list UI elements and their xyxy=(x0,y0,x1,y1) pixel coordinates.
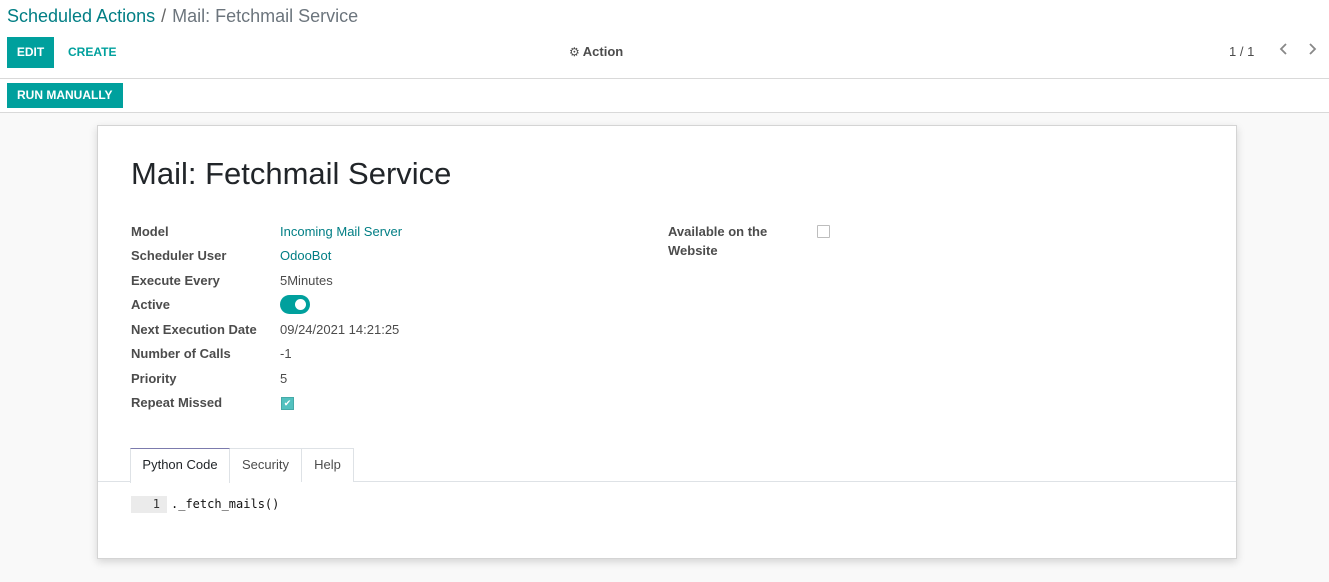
run-manually-button[interactable]: RUN MANUALLY xyxy=(7,83,123,108)
field-value-priority: 5 xyxy=(280,371,288,386)
tab-python-code[interactable]: Python Code xyxy=(130,448,230,483)
field-label-number-of-calls: Number of Calls xyxy=(131,346,231,361)
field-label-repeat-missed: Repeat Missed xyxy=(131,395,223,410)
field-label-model: Model xyxy=(131,224,169,239)
breadcrumb: Scheduled Actions / Mail: Fetchmail Servic… xyxy=(7,5,358,27)
chevron-left-icon xyxy=(1279,43,1287,55)
field-value-execute-every: 5Minutes xyxy=(280,273,333,288)
repeat-missed-checkbox[interactable]: ✔ xyxy=(281,397,294,410)
chevron-right-icon xyxy=(1309,43,1317,55)
statusbar: RUN MANUALLY xyxy=(0,79,1329,113)
pager-next-button[interactable] xyxy=(1304,42,1320,62)
field-label-next-execution-date: Next Execution Date xyxy=(131,322,257,337)
tab-security[interactable]: Security xyxy=(230,448,302,482)
field-value-scheduler-user-link[interactable]: OdooBot xyxy=(280,246,331,266)
breadcrumb-current: Mail: Fetchmail Service xyxy=(172,6,359,26)
field-value-model-link[interactable]: Incoming Mail Server xyxy=(280,222,402,242)
code-line[interactable]: ._fetch_mails() xyxy=(171,496,279,513)
field-label-priority: Priority xyxy=(131,371,177,386)
field-label-active: Active xyxy=(131,297,171,312)
field-label-execute-every: Execute Every xyxy=(131,273,220,288)
control-panel: Scheduled Actions / Mail: Fetchmail Servic… xyxy=(0,0,1329,79)
checkmark-icon: ✔ xyxy=(283,398,292,408)
available-on-website-checkbox[interactable] xyxy=(817,225,830,238)
action-menu-label: Action xyxy=(582,44,624,59)
tab-help[interactable]: Help xyxy=(302,448,354,482)
pager-previous-button[interactable] xyxy=(1276,42,1292,62)
code-line-number: 1 xyxy=(131,496,167,513)
action-menu-button[interactable]: ⚙ Action xyxy=(569,44,624,60)
field-value-next-execution-date: 09/24/2021 14:21:25 xyxy=(280,322,400,337)
active-toggle[interactable] xyxy=(280,295,310,314)
breadcrumb-scheduled-actions-link[interactable]: Scheduled Actions xyxy=(7,6,155,26)
notebook-tabs: Python Code Security Help xyxy=(98,448,1236,483)
breadcrumb-separator: / xyxy=(161,6,167,26)
field-value-number-of-calls: -1 xyxy=(280,346,292,361)
create-button[interactable]: CREATE xyxy=(68,45,116,59)
field-label-available-on-website: Available on the Website xyxy=(668,224,768,258)
gear-icon: ⚙ xyxy=(569,45,580,59)
form-sheet: Mail: Fetchmail Service Model Incoming M… xyxy=(97,125,1237,559)
toggle-knob xyxy=(295,299,306,310)
record-title: Mail: Fetchmail Service xyxy=(131,156,452,191)
edit-button[interactable]: EDIT xyxy=(7,37,54,68)
field-label-scheduler-user: Scheduler User xyxy=(131,248,227,263)
pager-value[interactable]: 1 / 1 xyxy=(1229,44,1254,59)
